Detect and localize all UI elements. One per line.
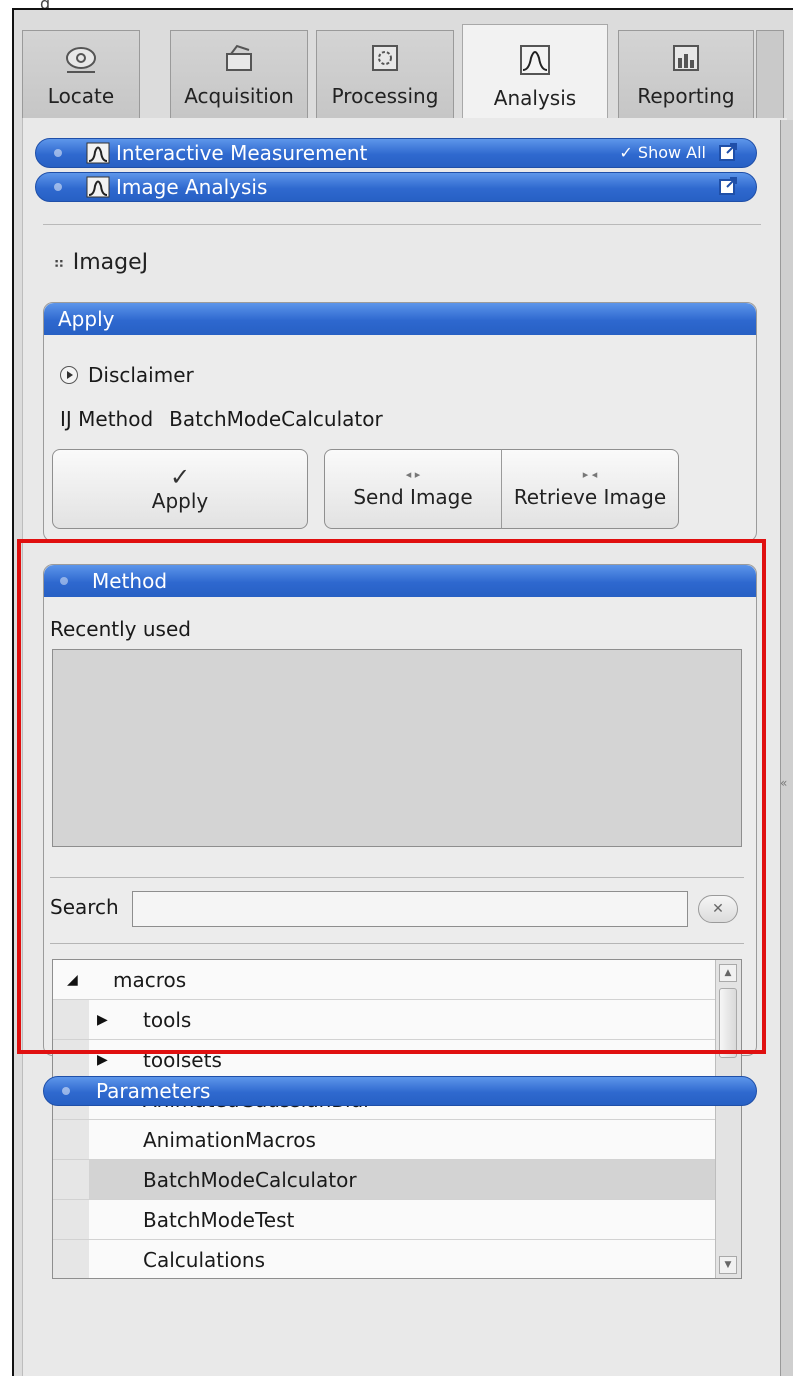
tab-label: Analysis — [493, 86, 577, 110]
tree-row-toolsets[interactable]: ▶ toolsets — [53, 1040, 715, 1080]
ij-method-value: BatchModeCalculator — [169, 407, 383, 431]
retrieve-image-button[interactable]: ▸ ◂ Retrieve Image — [501, 449, 679, 529]
measurement-icon — [86, 142, 110, 164]
indent — [53, 1160, 89, 1199]
tree-row-batchmodetest[interactable]: BatchModeTest — [53, 1200, 715, 1240]
divider — [50, 943, 744, 944]
locate-icon — [66, 47, 96, 73]
tab-label: Acquisition — [184, 84, 294, 108]
tree-label: BatchModeTest — [143, 1207, 295, 1232]
section-divider — [43, 224, 761, 225]
tree-label: toolsets — [143, 1047, 222, 1072]
method-group: Method Recently used Search ✕ ◢ macros ▶… — [43, 564, 757, 1279]
imagej-heading: ⠶ ImageJ — [53, 250, 148, 275]
search-label: Search — [50, 895, 119, 919]
method-tree: ◢ macros ▶ tools ▶ toolsets AnimatedGaus… — [52, 959, 742, 1279]
show-all-label: Show All — [637, 142, 706, 162]
apply-button[interactable]: ✓ Apply — [52, 449, 308, 529]
popout-icon[interactable] — [718, 142, 738, 162]
scroll-thumb[interactable] — [719, 988, 737, 1058]
collapsed-arrow-icon[interactable]: ▶ — [97, 1052, 108, 1068]
tree-label: Calculations — [143, 1247, 265, 1272]
reporting-icon — [673, 45, 699, 71]
expander-icon[interactable] — [62, 1087, 70, 1095]
tree-scrollbar[interactable]: ▲ ▼ — [715, 960, 741, 1278]
method-group-header[interactable]: Method — [44, 565, 756, 597]
expander-icon[interactable] — [54, 149, 62, 157]
workspace-tabs: Locate Acquisition Processing Analysis R… — [22, 22, 787, 122]
tab-label: Reporting — [637, 84, 735, 108]
tree-row-batchmodecalculator[interactable]: BatchModeCalculator — [53, 1160, 715, 1200]
tab-reporting[interactable]: Reporting — [618, 30, 754, 118]
apply-group: Apply Disclaimer IJ Method BatchModeCalc… — [43, 302, 757, 542]
clear-icon: ✕ — [712, 901, 724, 917]
tree-row-tools[interactable]: ▶ tools — [53, 1000, 715, 1040]
indent — [53, 1240, 89, 1278]
tab-label: Processing — [331, 84, 439, 108]
tab-analysis[interactable]: Analysis — [462, 24, 608, 120]
section-parameters[interactable]: Parameters — [43, 1076, 757, 1106]
tab-processing[interactable]: Processing — [316, 30, 454, 118]
section-title: Image Analysis — [116, 175, 268, 199]
group-title: Method — [92, 569, 168, 593]
processing-icon — [372, 45, 398, 71]
section-title: Parameters — [96, 1079, 211, 1103]
analysis-window: Locate Acquisition Processing Analysis R… — [12, 8, 793, 1376]
popout-icon[interactable] — [718, 176, 738, 196]
scroll-up-icon[interactable]: ▲ — [719, 964, 737, 982]
disclaimer-expander[interactable]: Disclaimer — [60, 363, 194, 387]
tab-acquisition[interactable]: Acquisition — [170, 30, 308, 118]
section-interactive-measurement[interactable]: Interactive Measurement ✓ Show All — [35, 138, 757, 168]
tree-row-calculations[interactable]: Calculations — [53, 1240, 715, 1278]
recently-used-list[interactable] — [52, 649, 742, 847]
recently-used-label: Recently used — [50, 617, 191, 641]
acquisition-icon — [226, 44, 252, 71]
group-title: Apply — [58, 307, 115, 331]
scroll-down-icon[interactable]: ▼ — [719, 1256, 737, 1274]
tree-label: tools — [143, 1007, 192, 1032]
tree-label: macros — [113, 967, 187, 992]
tab-locate[interactable]: Locate — [22, 30, 140, 118]
expanded-arrow-icon[interactable]: ◢ — [67, 972, 78, 988]
analysis-icon — [520, 45, 550, 75]
indent — [53, 1120, 89, 1159]
retrieve-icon: ▸ ◂ — [582, 468, 598, 481]
tab-label: Locate — [47, 84, 115, 108]
apply-group-header[interactable]: Apply — [44, 303, 756, 335]
indent — [53, 1040, 89, 1079]
indent — [53, 1200, 89, 1239]
tree-label: BatchModeCalculator — [143, 1167, 357, 1192]
retrieve-image-label: Retrieve Image — [513, 485, 667, 509]
tree-label: AnimationMacros — [143, 1127, 316, 1152]
send-image-button[interactable]: ◂ ▸ Send Image — [324, 449, 502, 529]
expander-icon[interactable] — [54, 183, 62, 191]
ij-method-row: IJ Method BatchModeCalculator — [60, 407, 383, 431]
apply-button-label: Apply — [151, 489, 209, 513]
clear-search-button[interactable]: ✕ — [698, 895, 738, 923]
analysis-panel: Interactive Measurement ✓ Show All Image… — [22, 118, 787, 1376]
collapsed-arrow-icon[interactable]: ▶ — [97, 1012, 108, 1028]
collapse-icon[interactable] — [60, 577, 68, 585]
check-icon: ✓ — [619, 142, 633, 162]
indent — [53, 1000, 89, 1039]
show-all-toggle[interactable]: ✓ Show All — [619, 143, 706, 162]
tree-row-macros[interactable]: ◢ macros — [53, 960, 715, 1000]
send-icon: ◂ ▸ — [405, 468, 421, 481]
divider — [50, 877, 744, 878]
collapse-side-icon[interactable]: « — [780, 776, 787, 790]
section-title: Interactive Measurement — [116, 141, 368, 165]
grip-icon: ⠶ — [53, 253, 65, 272]
section-image-analysis[interactable]: Image Analysis — [35, 172, 757, 202]
disclaimer-label: Disclaimer — [88, 363, 194, 387]
tree-row-animationmacros[interactable]: AnimationMacros — [53, 1120, 715, 1160]
tab-strip-end — [756, 30, 784, 118]
side-panel-edge — [780, 120, 793, 1376]
play-circle-icon — [60, 366, 78, 384]
send-image-label: Send Image — [353, 485, 473, 509]
imagej-label: ImageJ — [72, 250, 149, 275]
checkmark-icon: ✓ — [169, 463, 191, 491]
image-analysis-icon — [86, 176, 110, 198]
search-input[interactable] — [132, 891, 688, 927]
ij-method-label: IJ Method — [60, 407, 154, 431]
